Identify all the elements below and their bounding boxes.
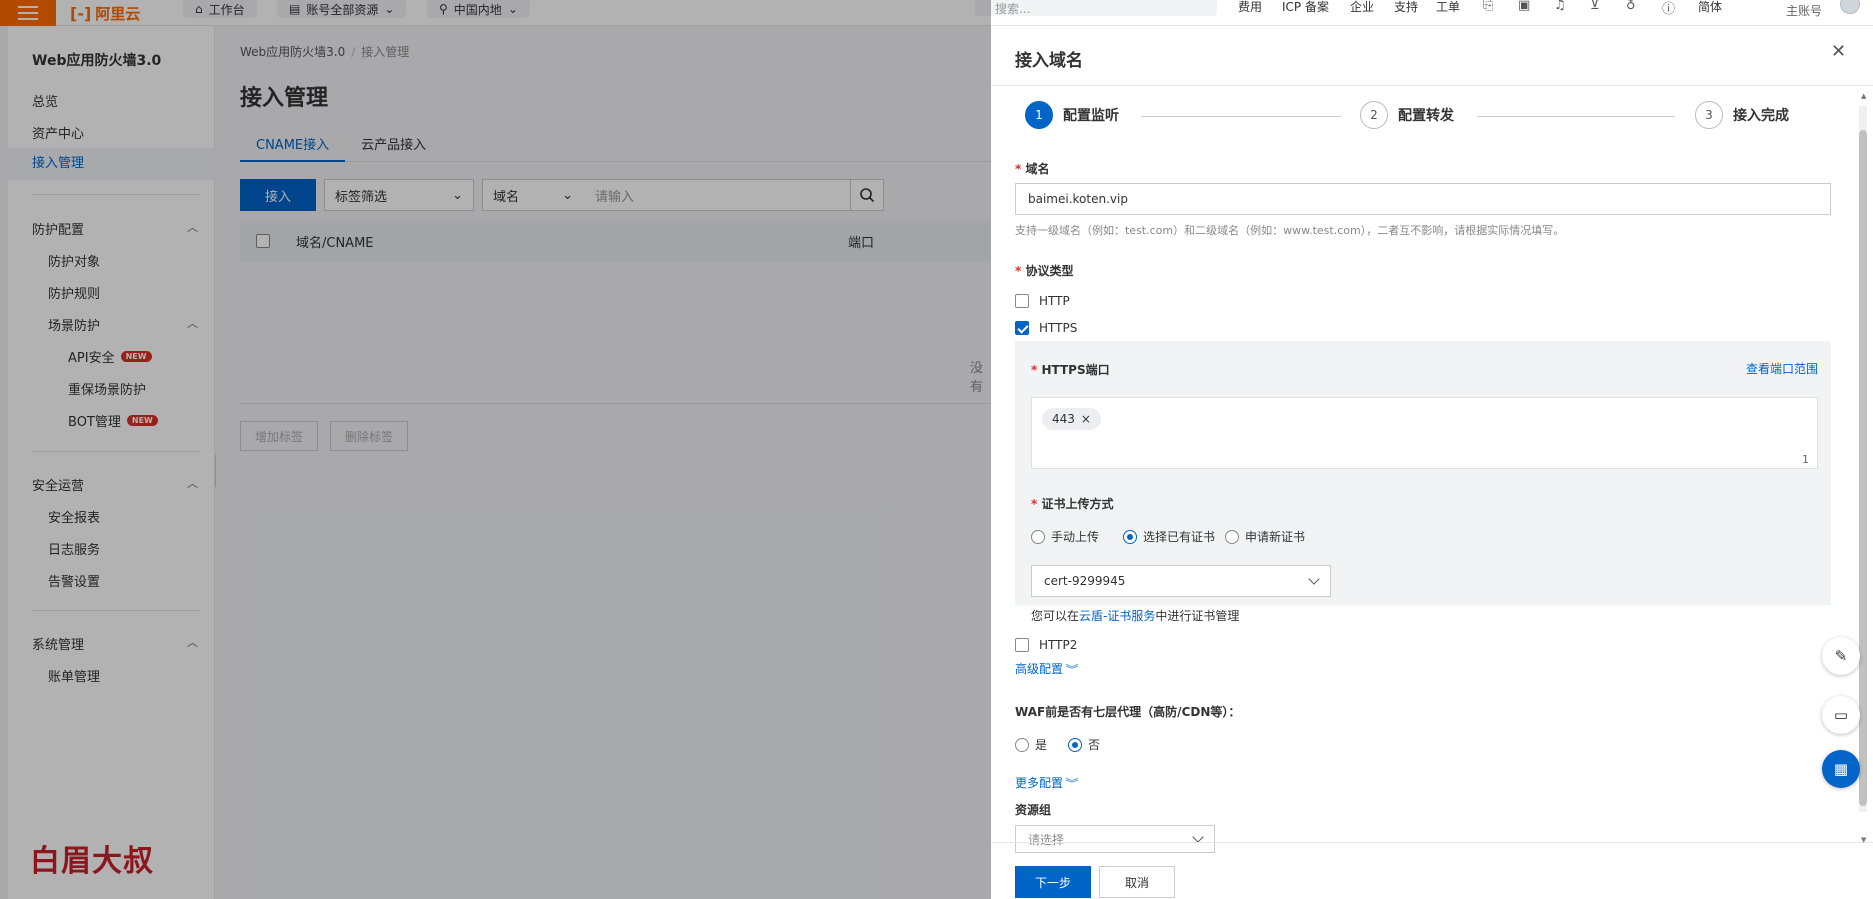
cancel-button[interactable]: 取消 [1099, 866, 1175, 898]
checkbox-label: HTTPS [1039, 321, 1078, 335]
view-port-range-link[interactable]: 查看端口范围 [1746, 360, 1818, 377]
link-label: 更多配置 [1015, 776, 1064, 790]
more-config-link[interactable]: 更多配置 ︾ [1015, 774, 1079, 791]
scroll-up-icon[interactable]: ▲ [1861, 92, 1866, 100]
cloud-shell-icon[interactable]: ⎘ [1483, 0, 1493, 13]
step-3: 3 接入完成 [1695, 101, 1789, 129]
step-connector [1478, 116, 1675, 117]
step-number: 3 [1695, 101, 1723, 129]
note-text: 您可以在 [1031, 609, 1080, 623]
checkbox-checked[interactable] [1015, 321, 1029, 335]
modal-overlay[interactable] [0, 0, 991, 899]
radio-existing-cert[interactable]: 选择已有证书 [1123, 528, 1215, 545]
next-button[interactable]: 下一步 [1015, 866, 1091, 898]
close-icon[interactable]: × [1081, 412, 1091, 426]
double-chevron-down-icon: ︾ [1065, 779, 1079, 790]
chat-icon[interactable]: ▭ [1822, 696, 1860, 734]
radio-button-selected[interactable] [1123, 529, 1137, 544]
step-label: 配置监听 [1063, 108, 1119, 124]
language-switch[interactable]: 简体 [1698, 0, 1722, 15]
drawer-title: 接入域名 [1015, 51, 1083, 71]
advanced-config-link[interactable]: 高级配置 ︾ [1015, 660, 1079, 677]
radio-new-cert[interactable]: 申请新证书 [1225, 528, 1305, 545]
https-port-input[interactable]: 443 × 1 [1031, 397, 1818, 469]
radio-button[interactable] [1225, 529, 1239, 544]
http-checkbox[interactable]: HTTP [1015, 294, 1070, 308]
help-icon[interactable]: ⓘ [1662, 0, 1675, 17]
step-1: 1 配置监听 [1025, 101, 1119, 129]
checkbox[interactable] [1015, 638, 1029, 652]
radio-button-selected[interactable] [1068, 737, 1082, 752]
http2-checkbox[interactable]: HTTP2 [1015, 638, 1077, 652]
lightbulb-icon[interactable]: ♁ [1626, 0, 1636, 13]
account-type: 主账号 [1786, 4, 1823, 18]
global-search-input[interactable]: 搜索... [975, 0, 1217, 16]
checkbox[interactable] [1015, 294, 1029, 308]
close-icon[interactable]: ✕ [1831, 41, 1846, 62]
resource-group-label: 资源组 [1015, 803, 1052, 817]
add-domain-drawer: 接入域名 ✕ 1 配置监听 2 配置转发 3 接入完成 域名 baimei.ko… [991, 26, 1873, 899]
cert-service-link[interactable]: 云盾-证书服务 [1079, 609, 1155, 623]
scrollbar[interactable] [1859, 106, 1867, 812]
radio-manual-upload[interactable]: 手动上传 [1031, 528, 1099, 545]
step-label: 配置转发 [1398, 108, 1454, 124]
support-link[interactable]: 支持 [1394, 0, 1418, 15]
note-text: 中进行证书管理 [1155, 609, 1240, 623]
select-value: cert-9299945 [1044, 574, 1126, 588]
domain-input[interactable]: baimei.koten.vip [1015, 183, 1831, 215]
radio-button[interactable] [1031, 529, 1045, 544]
https-port-label: HTTPS端口 [1031, 361, 1109, 378]
radio-label: 否 [1088, 738, 1101, 752]
icp-link[interactable]: ICP 备案 [1282, 0, 1329, 15]
domain-hint: 支持一级域名（例如：test.com）和二级域名（例如：www.test.com… [1015, 224, 1565, 237]
step-label: 接入完成 [1733, 108, 1789, 124]
protocol-label: 协议类型 [1015, 262, 1073, 279]
radio-proxy-no[interactable]: 否 [1068, 736, 1100, 753]
https-checkbox[interactable]: HTTPS [1015, 321, 1077, 335]
checkbox-label: HTTP [1039, 294, 1070, 308]
step-connector [1141, 116, 1341, 117]
domain-label: 域名 [1015, 160, 1049, 177]
edit-icon[interactable]: ✎ [1822, 637, 1860, 675]
radio-label: 申请新证书 [1245, 530, 1306, 544]
chevron-down-icon [1308, 573, 1320, 585]
radio-label: 选择已有证书 [1143, 530, 1216, 544]
chevron-down-icon [1192, 831, 1204, 843]
cert-select[interactable]: cert-9299945 [1031, 565, 1331, 597]
apps-grid-icon[interactable]: ▦ [1822, 750, 1860, 788]
step-number: 2 [1360, 101, 1388, 129]
billing-link[interactable]: 费用 [1238, 0, 1262, 15]
port-tag: 443 × [1042, 408, 1101, 430]
ticket-link[interactable]: 工单 [1436, 0, 1460, 15]
cert-upload-label: 证书上传方式 [1031, 495, 1113, 512]
resource-group-select[interactable]: 请选择 [1015, 825, 1215, 853]
tag-label: 443 [1052, 412, 1075, 426]
drawer-divider [991, 85, 1873, 86]
drawer-footer-divider [991, 842, 1873, 843]
port-count: 1 [1802, 453, 1809, 466]
enterprise-link[interactable]: 企业 [1350, 0, 1374, 15]
scrollbar-thumb[interactable] [1859, 130, 1867, 806]
step-number: 1 [1025, 101, 1053, 129]
radio-label: 是 [1035, 738, 1048, 752]
radio-proxy-yes[interactable]: 是 [1015, 736, 1047, 753]
radio-button[interactable] [1015, 737, 1029, 752]
link-label: 高级配置 [1015, 662, 1064, 676]
image-icon[interactable]: ▣ [1518, 0, 1530, 13]
radio-label: 手动上传 [1051, 530, 1100, 544]
double-chevron-down-icon: ︾ [1065, 665, 1079, 676]
proxy-question: WAF前是否有七层代理（高防/CDN等）： [1015, 705, 1241, 719]
step-2: 2 配置转发 [1360, 101, 1454, 129]
select-placeholder: 请选择 [1028, 832, 1065, 847]
cart-icon[interactable]: ⊻ [1590, 0, 1600, 13]
cert-management-note: 您可以在云盾-证书服务中进行证书管理 [1031, 607, 1239, 624]
scroll-down-icon[interactable]: ▼ [1861, 836, 1866, 844]
https-config-panel: HTTPS端口 查看端口范围 443 × 1 证书上传方式 手动上传 选择已有证书… [1015, 341, 1831, 623]
avatar[interactable] [1840, 0, 1860, 14]
bell-icon[interactable]: ♫ [1554, 0, 1566, 13]
checkbox-label: HTTP2 [1039, 638, 1078, 652]
